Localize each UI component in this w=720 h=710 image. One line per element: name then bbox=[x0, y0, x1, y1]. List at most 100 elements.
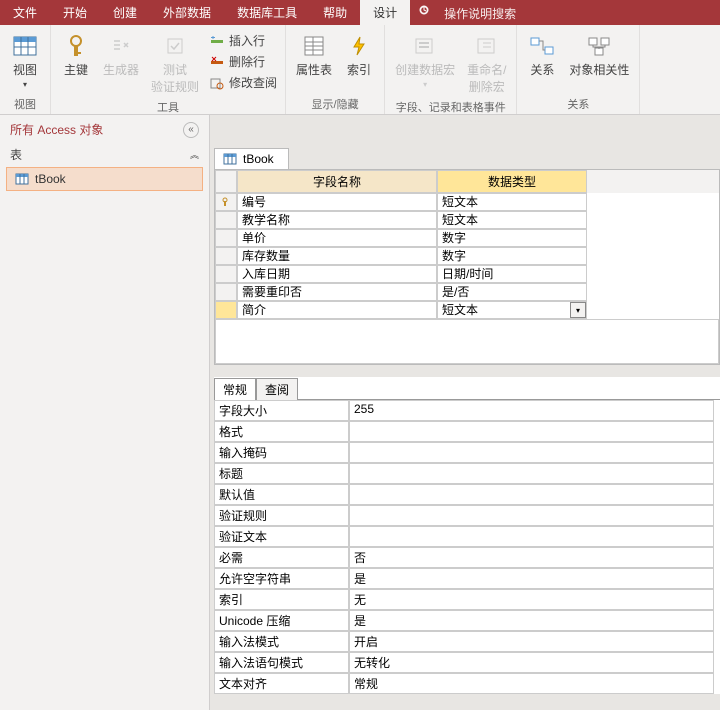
nav-item-label: tBook bbox=[35, 172, 66, 186]
property-value[interactable]: 开启 bbox=[349, 631, 714, 652]
property-value[interactable]: 无 bbox=[349, 589, 714, 610]
property-sheet-button[interactable]: 属性表 bbox=[292, 31, 336, 80]
row-selector[interactable] bbox=[215, 247, 237, 265]
property-row[interactable]: 默认值 bbox=[214, 484, 720, 505]
property-sheet-icon bbox=[300, 33, 328, 59]
ribbon-group-relations: 关系 对象相关性 关系 bbox=[517, 25, 640, 114]
row-selector[interactable] bbox=[215, 229, 237, 247]
row-selector[interactable] bbox=[215, 265, 237, 283]
document-tab-tbook[interactable]: tBook bbox=[214, 148, 289, 169]
insert-row-button[interactable]: 插入行 bbox=[207, 31, 279, 50]
row-selector[interactable] bbox=[215, 193, 237, 211]
view-button[interactable]: 视图 ▾ bbox=[6, 31, 44, 91]
cell-datatype[interactable]: 日期/时间 bbox=[437, 265, 587, 283]
relationships-button[interactable]: 关系 bbox=[523, 31, 561, 80]
design-grid-row[interactable]: 单价数字 bbox=[215, 229, 719, 247]
cell-datatype[interactable]: 数字 bbox=[437, 247, 587, 265]
cell-datatype[interactable]: 数字 bbox=[437, 229, 587, 247]
property-value[interactable] bbox=[349, 421, 714, 442]
modify-lookup-button[interactable]: 修改查阅 bbox=[207, 73, 279, 92]
property-row[interactable]: 输入掩码 bbox=[214, 442, 720, 463]
cell-fieldname[interactable]: 单价 bbox=[237, 229, 437, 247]
primary-key-button[interactable]: 主键 bbox=[57, 31, 95, 80]
design-grid-row[interactable]: 简介短文本▾短文本长文本数字日期/时间货币自动编号是/否OLE 对象超链接查阅向… bbox=[215, 301, 719, 319]
column-header-datatype[interactable]: 数据类型 bbox=[437, 170, 587, 193]
design-grid-row[interactable]: 需要重印否是/否 bbox=[215, 283, 719, 301]
tab-help[interactable]: 帮助 bbox=[310, 0, 360, 25]
property-value[interactable] bbox=[349, 526, 714, 547]
property-row[interactable]: 字段大小255 bbox=[214, 400, 720, 421]
design-grid-row[interactable]: 编号短文本 bbox=[215, 193, 719, 211]
builder-label: 生成器 bbox=[103, 61, 139, 78]
property-row[interactable]: 必需否 bbox=[214, 547, 720, 568]
test-rules-button: 测试 验证规则 bbox=[147, 31, 203, 97]
property-row[interactable]: 输入法语句模式无转化 bbox=[214, 652, 720, 673]
property-row[interactable]: 标题 bbox=[214, 463, 720, 484]
property-value[interactable]: 是 bbox=[349, 568, 714, 589]
column-header-fieldname[interactable]: 字段名称 bbox=[237, 170, 437, 193]
design-grid-row[interactable]: 教学名称短文本 bbox=[215, 211, 719, 229]
nav-header[interactable]: 所有 Access 对象 « bbox=[0, 115, 209, 144]
property-row[interactable]: 索引无 bbox=[214, 589, 720, 610]
property-value[interactable]: 255 bbox=[349, 400, 714, 421]
property-value[interactable]: 常规 bbox=[349, 673, 714, 694]
tell-me-text[interactable]: 操作说明搜索 bbox=[440, 0, 520, 25]
datatype-dropdown-button[interactable]: ▾ bbox=[570, 302, 586, 318]
row-selector[interactable] bbox=[215, 283, 237, 301]
property-row[interactable]: 输入法模式开启 bbox=[214, 631, 720, 652]
tab-home[interactable]: 开始 bbox=[50, 0, 100, 25]
design-grid-row[interactable]: 入库日期日期/时间 bbox=[215, 265, 719, 283]
navigation-pane: 所有 Access 对象 « 表 ︽ tBook bbox=[0, 115, 210, 710]
cell-datatype[interactable]: 是/否 bbox=[437, 283, 587, 301]
property-value[interactable]: 否 bbox=[349, 547, 714, 568]
tab-external[interactable]: 外部数据 bbox=[150, 0, 224, 25]
cell-fieldname[interactable]: 入库日期 bbox=[237, 265, 437, 283]
property-value[interactable] bbox=[349, 463, 714, 484]
prop-tab-lookup[interactable]: 查阅 bbox=[256, 378, 298, 400]
indexes-button[interactable]: 索引 bbox=[340, 31, 378, 80]
nav-item-tbook[interactable]: tBook bbox=[6, 167, 203, 191]
cell-fieldname[interactable]: 简介 bbox=[237, 301, 437, 319]
test-icon bbox=[161, 33, 189, 59]
row-selector[interactable] bbox=[215, 211, 237, 229]
row-selector[interactable] bbox=[215, 301, 237, 319]
property-row[interactable]: 验证文本 bbox=[214, 526, 720, 547]
tab-file[interactable]: 文件 bbox=[0, 0, 50, 25]
property-value[interactable]: 无转化 bbox=[349, 652, 714, 673]
cell-fieldname[interactable]: 需要重印否 bbox=[237, 283, 437, 301]
cell-datatype[interactable]: 短文本 bbox=[437, 211, 587, 229]
property-row[interactable]: 格式 bbox=[214, 421, 720, 442]
design-grid: 字段名称 数据类型 编号短文本教学名称短文本单价数字库存数量数字入库日期日期/时… bbox=[214, 169, 720, 365]
row-selector-header[interactable] bbox=[215, 170, 237, 193]
insert-row-label: 插入行 bbox=[229, 32, 265, 49]
property-value[interactable] bbox=[349, 442, 714, 463]
property-value[interactable] bbox=[349, 505, 714, 526]
tab-create[interactable]: 创建 bbox=[100, 0, 150, 25]
nav-collapse-icon[interactable]: « bbox=[183, 122, 199, 138]
chevron-up-icon: ︽ bbox=[190, 148, 199, 161]
delete-row-button[interactable]: 删除行 bbox=[207, 52, 279, 71]
property-value[interactable]: 是 bbox=[349, 610, 714, 631]
cell-datatype[interactable]: 短文本▾短文本长文本数字日期/时间货币自动编号是/否OLE 对象超链接查阅向导.… bbox=[437, 301, 587, 319]
ribbon-group-views: 视图 ▾ 视图 bbox=[0, 25, 51, 114]
property-name: 索引 bbox=[214, 589, 349, 610]
cell-fieldname[interactable]: 库存数量 bbox=[237, 247, 437, 265]
prop-tab-general[interactable]: 常规 bbox=[214, 378, 256, 400]
property-row[interactable]: Unicode 压缩是 bbox=[214, 610, 720, 631]
document-tab-label: tBook bbox=[243, 152, 274, 166]
tab-design[interactable]: 设计 bbox=[360, 0, 410, 25]
dependencies-button[interactable]: 对象相关性 bbox=[565, 31, 633, 80]
nav-group-tables[interactable]: 表 ︽ bbox=[0, 144, 209, 165]
cell-datatype[interactable]: 短文本 bbox=[437, 193, 587, 211]
cell-fieldname[interactable]: 编号 bbox=[237, 193, 437, 211]
property-row[interactable]: 文本对齐常规 bbox=[214, 673, 720, 694]
property-name: 验证规则 bbox=[214, 505, 349, 526]
design-grid-row[interactable]: 库存数量数字 bbox=[215, 247, 719, 265]
property-row[interactable]: 验证规则 bbox=[214, 505, 720, 526]
property-value[interactable] bbox=[349, 484, 714, 505]
property-row[interactable]: 允许空字符串是 bbox=[214, 568, 720, 589]
cell-fieldname[interactable]: 教学名称 bbox=[237, 211, 437, 229]
design-grid-blank[interactable] bbox=[215, 319, 719, 364]
tell-me-icon[interactable] bbox=[410, 0, 440, 25]
tab-dbtools[interactable]: 数据库工具 bbox=[224, 0, 310, 25]
